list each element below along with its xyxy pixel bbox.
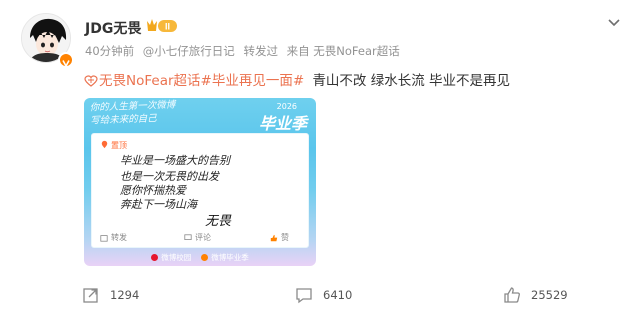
- more-menu-button[interactable]: [607, 14, 621, 33]
- signature: 无畏: [205, 214, 232, 229]
- repost-icon: [83, 288, 98, 303]
- handwritten-line: 毕业是一场盛大的告别: [120, 154, 230, 167]
- like-button[interactable]: 25529: [503, 284, 568, 306]
- mini-repost-label: 转发: [111, 233, 127, 242]
- post-time[interactable]: 40分钟前: [85, 44, 134, 58]
- chevron-down-icon: [608, 19, 620, 27]
- mini-like: 赞: [270, 232, 289, 243]
- card-footer-right: 微博毕业季: [201, 252, 249, 263]
- thumbs-up-icon: [270, 234, 278, 241]
- repost-button[interactable]: 1294: [82, 284, 139, 306]
- mini-like-label: 赞: [281, 233, 289, 242]
- verified-badge: [58, 52, 74, 68]
- card-handwritten-line: 写给未来的自己: [90, 113, 157, 127]
- topic-link[interactable]: 无畏NoFear超话#毕业再见一面#: [84, 73, 308, 89]
- like-count: 25529: [531, 288, 568, 302]
- repost-icon: [100, 234, 108, 242]
- footer-right-text: 微博毕业季: [211, 253, 249, 262]
- comment-button[interactable]: 6410: [295, 284, 352, 306]
- crown-level-icon: II: [147, 19, 177, 32]
- graduation-logo-icon: [201, 254, 209, 261]
- mini-comment-label: 评论: [195, 233, 211, 242]
- card-inner-post: 置顶 毕业是一场盛大的告别 也是一次无畏的出发 愿你怀揣热爱 奔赴下一场山海 无…: [91, 133, 309, 248]
- pin-icon: [101, 140, 108, 149]
- post-source[interactable]: 来自 无畏NoFear超话: [287, 44, 400, 58]
- card-season-title: 毕业季: [258, 114, 307, 133]
- card-footer-left: 微博校园: [151, 252, 191, 263]
- post-app[interactable]: @小七仔旅行日记: [143, 44, 235, 58]
- post-meta: 40分钟前 @小七仔旅行日记 转发过 来自 无畏NoFear超话: [85, 43, 405, 59]
- level-badge-text: II: [165, 21, 170, 31]
- thumbs-up-icon: [504, 287, 520, 303]
- post-image[interactable]: 你的人生第一次微博 写给未来的自己 2026 毕业季 置顶 毕业是一场盛大的告别…: [84, 98, 316, 266]
- v-verified-icon: [62, 60, 70, 68]
- post-actions: 1294 6410 25529: [0, 284, 641, 306]
- card-footer: 微博校园 微博毕业季: [84, 249, 316, 266]
- post-text: 无畏NoFear超话#毕业再见一面# 青山不改 绿水长流 毕业不是再见: [84, 69, 510, 89]
- comment-icon: [296, 288, 312, 304]
- weibo-logo-icon: [151, 254, 159, 261]
- card-handwritten-header: 你的人生第一次微博 写给未来的自己: [90, 99, 176, 128]
- repost-count: 1294: [110, 288, 140, 302]
- mini-repost: 转发: [100, 232, 127, 243]
- super-topic-icon: [84, 75, 98, 87]
- comment-count: 6410: [323, 288, 353, 302]
- mini-comment: 评论: [184, 232, 211, 243]
- pin-label: 置顶: [100, 140, 127, 151]
- topic-text[interactable]: 无畏NoFear超话#毕业再见一面#: [99, 73, 304, 89]
- footer-left-text: 微博校园: [161, 253, 192, 262]
- handwritten-line: 奔赴下一场山海: [120, 198, 197, 211]
- author-name[interactable]: JDG无畏: [85, 18, 141, 38]
- post-body: 青山不改 绿水长流 毕业不是再见: [312, 73, 511, 89]
- comment-icon: [184, 233, 192, 240]
- level-badge[interactable]: II: [146, 17, 178, 38]
- pin-text: 置顶: [111, 141, 127, 150]
- post-sent: 转发过: [243, 44, 278, 58]
- card-mini-actions: 转发 评论 赞: [92, 232, 308, 244]
